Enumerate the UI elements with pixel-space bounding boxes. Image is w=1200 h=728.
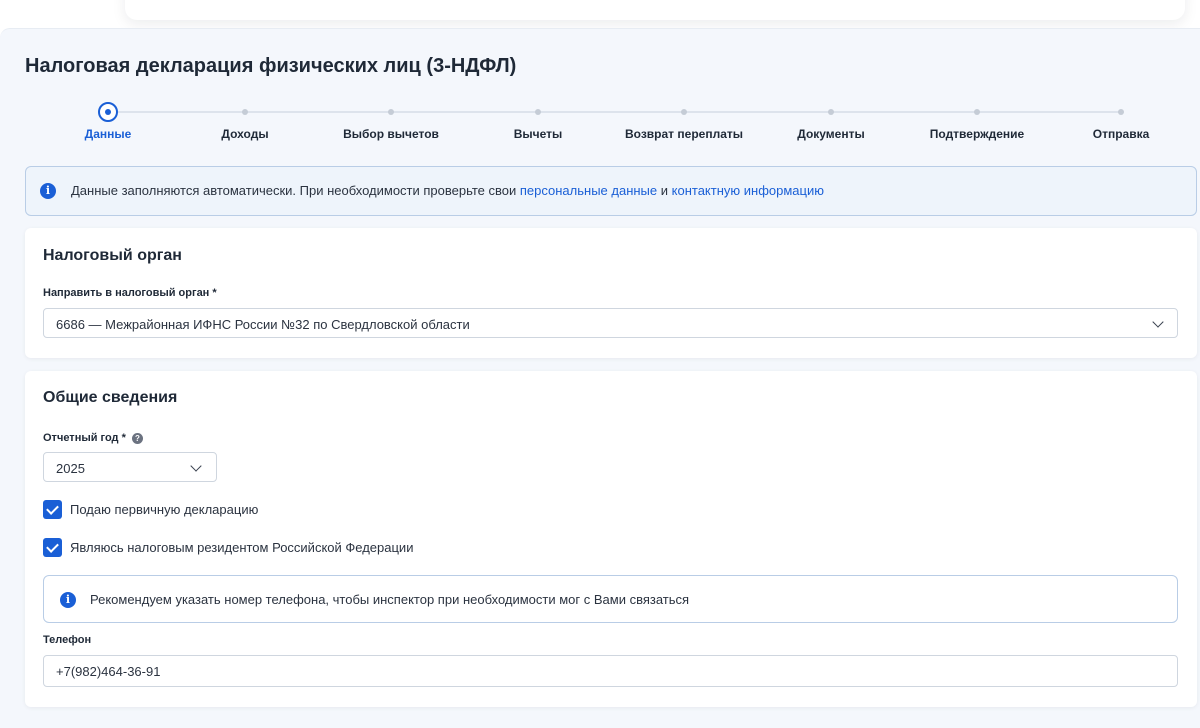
step-current-icon [98, 102, 118, 122]
step-dot-icon [242, 109, 248, 115]
phone-label: Телефон [43, 634, 92, 646]
primary-declaration-checkbox[interactable] [43, 500, 62, 519]
phone-recommendation-text: Рекомендуем указать номер телефона, чтоб… [90, 592, 690, 607]
tax-resident-checkbox[interactable] [43, 538, 62, 557]
contact-info-link[interactable]: контактную информацию [672, 183, 824, 198]
page-title: Налоговая декларация физических лиц (3-Н… [25, 55, 517, 77]
general-info-card: Общие сведения Отчетный год * ? 2025 Под… [25, 371, 1197, 707]
info-banner-text: Данные заполняются автоматически. При не… [71, 183, 824, 198]
stepper-track [108, 111, 1121, 113]
progress-stepper: Данные Доходы Выбор вычетов Вычеты Возвр… [0, 98, 1200, 146]
tax-authority-select[interactable]: 6686 — Межрайонная ИФНС России №32 по Св… [43, 308, 1178, 338]
chevron-down-icon [1152, 316, 1164, 328]
phone-input[interactable] [43, 655, 1178, 687]
step-dot-icon [681, 109, 687, 115]
info-icon: i [60, 592, 76, 608]
tax-authority-label: Направить в налоговый орган * [43, 287, 217, 299]
auto-fill-info-banner: i Данные заполняются автоматически. При … [25, 166, 1197, 216]
tax-authority-title: Налоговый орган [43, 247, 182, 264]
primary-declaration-label[interactable]: Подаю первичную декларацию [70, 502, 258, 517]
step-dot-icon [1118, 109, 1124, 115]
reporting-year-value: 2025 [56, 461, 85, 476]
tax-authority-value: 6686 — Межрайонная ИФНС России №32 по Св… [56, 317, 470, 332]
reporting-year-select[interactable]: 2025 [43, 452, 217, 482]
info-icon: i [40, 183, 56, 199]
step-dot-icon [828, 109, 834, 115]
phone-recommendation-notice: i Рекомендуем указать номер телефона, чт… [43, 575, 1178, 623]
step-dot-icon [974, 109, 980, 115]
chevron-down-icon [190, 460, 202, 472]
step-dot-icon [388, 109, 394, 115]
step-dot-icon [535, 109, 541, 115]
general-info-title: Общие сведения [43, 389, 178, 406]
tax-authority-card: Налоговый орган Направить в налоговый ор… [25, 228, 1197, 358]
personal-data-link[interactable]: персональные данные [520, 183, 657, 198]
tax-resident-label[interactable]: Являюсь налоговым резидентом Российской … [70, 540, 413, 555]
top-header-card [125, 0, 1185, 20]
step-label: Отправка [1092, 127, 1150, 141]
info-text-start: Данные заполняются автоматически. При не… [71, 183, 520, 198]
question-icon[interactable]: ? [132, 433, 143, 444]
info-text-and: и [657, 183, 672, 198]
reporting-year-label: Отчетный год * [43, 432, 126, 444]
